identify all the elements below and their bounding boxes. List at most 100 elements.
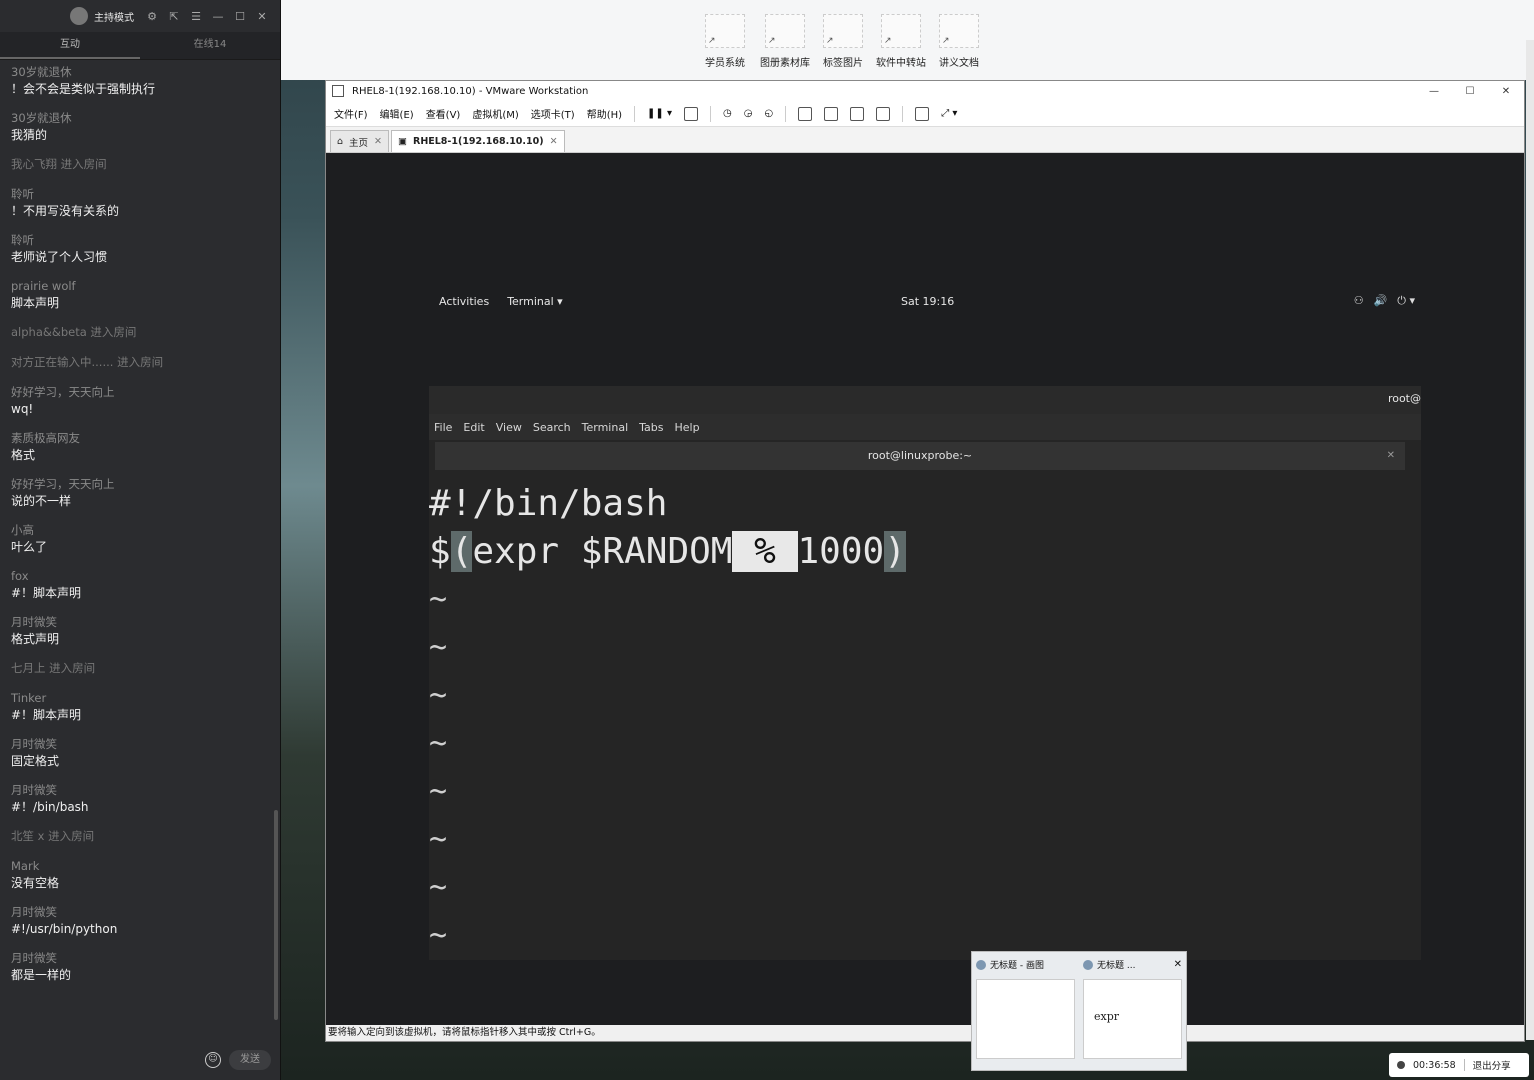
empty-line-marker: ~: [429, 822, 448, 857]
thumbnail-bar-icon[interactable]: [824, 106, 839, 121]
empty-line-marker: ~: [429, 678, 448, 713]
terminal-window[interactable]: root@ File Edit View Search Terminal Tab…: [429, 386, 1421, 960]
chat-message-text: 固定格式: [11, 754, 60, 768]
chat-message-author: 30岁就退休: [11, 65, 72, 79]
terminal-menu-search[interactable]: Search: [533, 421, 571, 434]
menu-icon[interactable]: ☰: [188, 10, 204, 23]
stretch-icon[interactable]: ⤢ ▾: [941, 108, 957, 119]
menu-edit[interactable]: 编辑(E): [380, 106, 414, 121]
snapshot-manager-icon[interactable]: ◵: [764, 108, 773, 119]
taskbar-preview-item[interactable]: 无标题 ... ✕ expr: [1079, 952, 1186, 1070]
desktop-icon[interactable]: ↗ 讲义文档: [931, 14, 987, 69]
menu-view[interactable]: 查看(V): [426, 106, 461, 121]
fullscreen-icon[interactable]: [850, 106, 865, 121]
chat-message-author: 北笙 x 进入房间: [11, 829, 95, 843]
close-icon[interactable]: ✕: [1387, 442, 1395, 470]
desktop-icon[interactable]: ↗ 学员系统: [697, 14, 753, 69]
exit-share-button[interactable]: 退出分享: [1473, 1058, 1511, 1072]
settings-icon[interactable]: ⚙: [144, 10, 160, 23]
close-icon[interactable]: ✕: [1488, 86, 1524, 97]
maximize-icon[interactable]: ☐: [1452, 86, 1488, 97]
menu-help[interactable]: 帮助(H): [587, 106, 622, 121]
empty-line-marker: ~: [429, 918, 448, 953]
vim-editor[interactable]: #!/bin/bash $(expr $RANDOM % 1000) ~ ~ ~…: [429, 470, 1421, 960]
chat-message-author: 好好学习，天天向上: [11, 385, 115, 399]
window-title: RHEL8-1(192.168.10.10) - VMware Workstat…: [352, 85, 589, 97]
chat-message-text: 老师说了个人习惯: [11, 250, 108, 264]
terminal-tab[interactable]: root@linuxprobe:~ ✕: [435, 442, 1405, 470]
console-icon[interactable]: [915, 106, 930, 121]
terminal-menu-edit[interactable]: Edit: [463, 421, 484, 434]
chat-message-text: ！会不会是类似于强制执行: [11, 82, 156, 96]
emoji-icon[interactable]: ☺: [205, 1052, 221, 1068]
screen-share-status: 00:36:58 退出分享: [1389, 1053, 1529, 1077]
chat-message: 好好学习，天天向上 说的不一样: [11, 476, 275, 510]
chat-message-author: 聆听: [11, 187, 34, 201]
terminal-menu-help[interactable]: Help: [675, 421, 700, 434]
menu-file[interactable]: 文件(F): [334, 106, 368, 121]
snapshot-restore-icon[interactable]: ◶: [744, 108, 753, 119]
close-icon[interactable]: ✕: [1174, 959, 1182, 970]
preview-image: [976, 979, 1075, 1059]
system-tray[interactable]: ⚇ 🔊 ⏻ ▾: [1354, 294, 1415, 308]
activities-button[interactable]: Activities: [439, 295, 489, 308]
tab-online[interactable]: 在线14: [140, 32, 280, 59]
vm-display[interactable]: Activities Terminal ▾ Sat 19:16 ⚇ 🔊 ⏻ ▾ …: [326, 154, 1524, 1026]
recording-icon: [1397, 1061, 1405, 1069]
desktop-icon[interactable]: ↗ 图册素材库: [757, 14, 813, 69]
close-icon[interactable]: ✕: [254, 10, 270, 23]
maximize-icon[interactable]: ☐: [232, 10, 248, 23]
terminal-menu-view[interactable]: View: [496, 421, 522, 434]
tab-interaction[interactable]: 互动: [0, 32, 140, 59]
desktop-icon[interactable]: ↗ 软件中转站: [873, 14, 929, 69]
preview-image: expr: [1083, 979, 1182, 1059]
chat-message-author: 月时微笑: [11, 737, 57, 751]
empty-line-marker: ~: [429, 630, 448, 665]
menu-tabs[interactable]: 选项卡(T): [531, 106, 575, 121]
chat-message-list[interactable]: 30岁就退休 ！会不会是类似于强制执行 30岁就退休 我猜的 我心飞翔 进入房间 聆听 ！不…: [0, 62, 275, 1040]
chat-scrollbar[interactable]: [274, 810, 278, 1020]
vmware-app-icon: [332, 85, 344, 97]
terminal-menu-file[interactable]: File: [434, 421, 452, 434]
minimize-icon[interactable]: —: [1416, 86, 1452, 97]
close-icon[interactable]: ✕: [374, 136, 382, 147]
terminal-app-menu[interactable]: Terminal ▾: [507, 295, 563, 308]
chat-message-text: wq!: [11, 402, 34, 416]
chat-message-author: 月时微笑: [11, 951, 57, 965]
unity-icon[interactable]: [876, 106, 891, 121]
paint-icon: [976, 959, 986, 970]
chat-message-author: 小高: [11, 523, 34, 537]
terminal-menu-terminal[interactable]: Terminal: [582, 421, 629, 434]
chat-message-author: Mark: [11, 859, 40, 873]
snapshot-icon[interactable]: ◷: [723, 108, 732, 119]
sidebar-toggle-icon[interactable]: [798, 106, 813, 121]
send-button[interactable]: 发送: [229, 1050, 271, 1070]
tab-vm[interactable]: ▣ RHEL8-1(192.168.10.10) ✕: [391, 130, 565, 152]
chat-message: fox #！脚本声明: [11, 568, 275, 602]
chat-message-text: ！不用写没有关系的: [11, 204, 120, 218]
chat-message-text: 没有空格: [11, 876, 60, 890]
share-icon[interactable]: ⇱: [166, 10, 182, 23]
power-icon: ⏻ ▾: [1397, 294, 1415, 307]
chat-message: 聆听 ！不用写没有关系的: [11, 186, 275, 220]
pause-icon[interactable]: ❚❚ ▾: [647, 108, 672, 119]
close-icon[interactable]: ✕: [550, 136, 558, 147]
menu-vm[interactable]: 虚拟机(M): [472, 106, 518, 121]
tab-home[interactable]: ⌂ 主页 ✕: [330, 130, 390, 152]
chat-message: alpha&&beta 进入房间: [11, 324, 275, 340]
clock[interactable]: Sat 19:16: [901, 295, 954, 308]
chat-message-text: #!/usr/bin/python: [11, 922, 118, 936]
preview-title: 无标题 ...: [1097, 961, 1136, 971]
terminal-menu-tabs[interactable]: Tabs: [639, 421, 663, 434]
chat-input-bar: ☺ 发送: [0, 1040, 281, 1080]
desktop-icon[interactable]: ↗ 标签图片: [815, 14, 871, 69]
taskbar-preview-item[interactable]: 无标题 - 画图: [972, 952, 1079, 1070]
chat-message-author: prairie wolf: [11, 279, 76, 293]
vm-icon: ▣: [398, 136, 407, 147]
send-keys-icon[interactable]: [684, 106, 698, 121]
minimize-icon[interactable]: —: [210, 10, 226, 23]
chat-message: 月时微笑 格式声明: [11, 614, 275, 648]
chat-message-author: 月时微笑: [11, 615, 57, 629]
toolbar-divider: [710, 105, 711, 122]
chat-message: 30岁就退休 我猜的: [11, 110, 275, 144]
